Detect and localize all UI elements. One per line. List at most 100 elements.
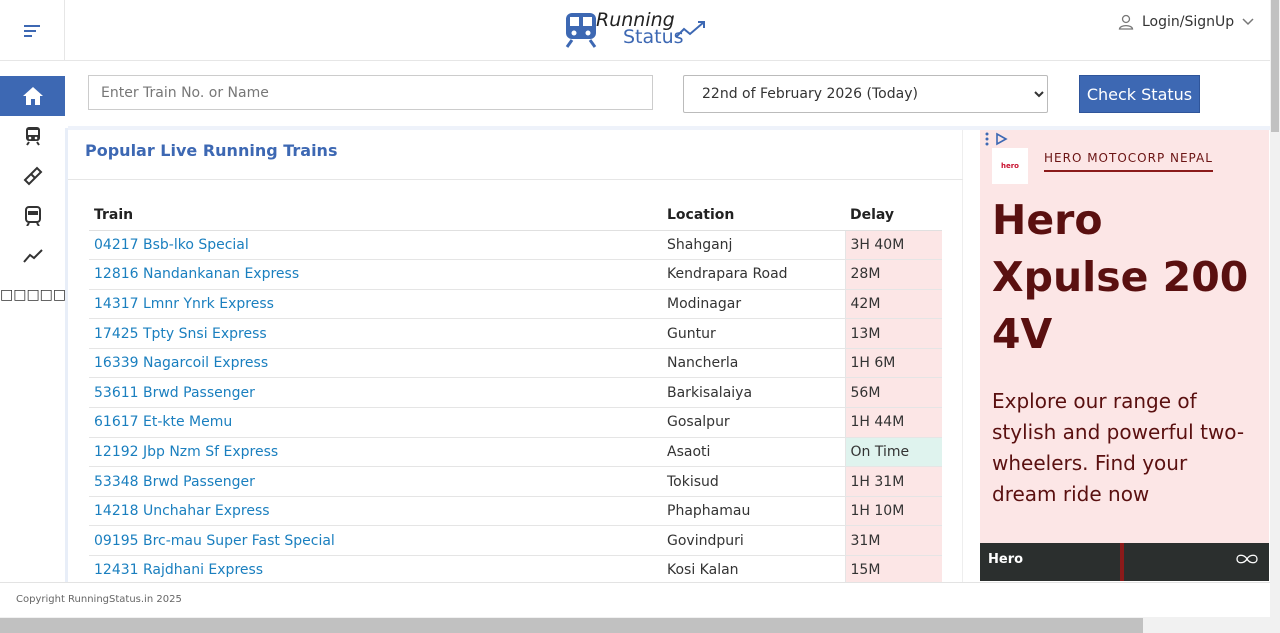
train-link[interactable]: 12431 Rajdhani Express [94, 562, 263, 578]
sidebar-item-train[interactable] [0, 116, 65, 156]
location-cell: Asaoti [662, 437, 845, 468]
train-link[interactable]: 12192 Jbp Nzm Sf Express [94, 444, 278, 460]
table-row: 04217 Bsb-lko Special Shahganj 3H 40M [89, 230, 942, 261]
delay-cell: 1H 6M [844, 348, 942, 379]
location-cell: Kendrapara Road [662, 259, 845, 290]
train-cell: 12192 Jbp Nzm Sf Express [89, 437, 662, 468]
train-link[interactable]: 53348 Brwd Passenger [94, 474, 255, 490]
table-row: 12431 Rajdhani Express Kosi Kalan 15M [89, 555, 942, 586]
table-row: 53348 Brwd Passenger Tokisud 1H 31M [89, 466, 942, 497]
panel-title: Popular Live Running Trains [85, 141, 338, 160]
train-link[interactable]: 12816 Nandankanan Express [94, 266, 299, 282]
ad-brand: HERO MOTOCORP NEPAL [1044, 151, 1213, 172]
adchoices-play-icon [996, 132, 1008, 146]
check-status-button[interactable]: Check Status [1079, 75, 1200, 113]
ad-headline[interactable]: Hero Xpulse 200 4V [992, 192, 1262, 363]
train-search-input[interactable] [88, 75, 653, 110]
copyright-text: Copyright RunningStatus.in 2025 [16, 594, 182, 605]
menu-toggle-button[interactable] [0, 0, 65, 61]
train-logo-icon [565, 13, 597, 48]
sidebar-item-metro[interactable] [0, 196, 65, 236]
train-link[interactable]: 16339 Nagarcoil Express [94, 355, 268, 371]
train-link[interactable]: 09195 Brc-mau Super Fast Special [94, 533, 335, 549]
ad-image-logo: Hero [988, 552, 1024, 567]
footer: Copyright RunningStatus.in 2025 [0, 582, 1270, 617]
table-body: 04217 Bsb-lko Special Shahganj 3H 40M 12816… [89, 230, 942, 586]
user-icon [1118, 14, 1134, 30]
delay-cell: 13M [844, 318, 942, 349]
chevron-down-icon [1242, 18, 1254, 26]
table-row: 61617 Et-kte Memu Gosalpur 1H 44M [89, 407, 942, 438]
horizontal-scrollbar[interactable] [0, 617, 1280, 633]
train-cell: 16339 Nagarcoil Express [89, 348, 662, 379]
train-cell: 14317 Lmnr Ynrk Express [89, 289, 662, 320]
table-row: 17425 Tpty Snsi Express Guntur 13M [89, 318, 942, 349]
train-cell: 14218 Unchahar Express [89, 496, 662, 527]
delay-cell: 1H 10M [844, 496, 942, 527]
train-cell: 61617 Et-kte Memu [89, 407, 662, 438]
train-link[interactable]: 14317 Lmnr Ynrk Express [94, 296, 274, 312]
delay-cell: On Time [844, 437, 942, 468]
vertical-scrollbar[interactable] [1270, 0, 1280, 617]
location-cell: Modinagar [662, 289, 845, 320]
infinity-logo-icon [1236, 554, 1258, 564]
delay-cell: 15M [844, 555, 942, 586]
ad-image[interactable]: Hero [980, 543, 1269, 581]
table-row: 12816 Nandankanan Express Kendrapara Road… [89, 259, 942, 290]
trend-arrow-icon [675, 21, 705, 38]
location-cell: Tokisud [662, 466, 845, 497]
column-header-train: Train [89, 201, 662, 231]
delay-cell: 1H 31M [844, 466, 942, 497]
home-icon [22, 87, 43, 105]
sidebar-glyph-row: □□□□□□ [0, 287, 72, 303]
train-cell: 09195 Brc-mau Super Fast Special [89, 525, 662, 557]
train-icon [25, 127, 40, 146]
sidebar-item-trend[interactable] [0, 236, 65, 276]
top-bar: Running Status Login/SignUp [0, 0, 1270, 61]
ad-body: Explore our range of stylish and powerfu… [992, 389, 1245, 506]
login-label: Login/SignUp [1142, 14, 1235, 30]
table-row: 53611 Brwd Passenger Barkisalaiya 56M [89, 377, 942, 409]
metro-icon [24, 206, 41, 226]
train-link[interactable]: 17425 Tpty Snsi Express [94, 326, 267, 342]
delay-cell: 3H 40M [844, 230, 942, 261]
delay-cell: 56M [844, 377, 942, 409]
popular-trains-panel: Popular Live Running Trains Train Locati… [68, 130, 963, 586]
table-row: 14317 Lmnr Ynrk Express Modinagar 42M [89, 289, 942, 320]
train-cell: 53348 Brwd Passenger [89, 466, 662, 497]
ticket-icon [23, 166, 42, 186]
train-cell: 17425 Tpty Snsi Express [89, 318, 662, 349]
train-link[interactable]: 04217 Bsb-lko Special [94, 237, 249, 253]
site-logo[interactable]: Running Status [562, 9, 712, 53]
location-cell: Shahganj [662, 230, 845, 261]
delay-cell: 31M [844, 525, 942, 557]
login-signup-menu[interactable]: Login/SignUp [1118, 11, 1254, 33]
delay-cell: 28M [844, 259, 942, 290]
location-cell: Barkisalaiya [662, 377, 845, 409]
table-row: 14218 Unchahar Express Phaphamau 1H 10M [89, 496, 942, 527]
train-link[interactable]: 14218 Unchahar Express [94, 503, 270, 519]
train-cell: 12431 Rajdhani Express [89, 555, 662, 586]
delay-cell: 42M [844, 289, 942, 320]
advertisement[interactable]: hero HERO MOTOCORP NEPAL Hero Xpulse 200… [980, 130, 1269, 581]
vertical-scroll-thumb[interactable] [1271, 0, 1279, 132]
hamburger-icon [24, 24, 40, 37]
train-link[interactable]: 53611 Brwd Passenger [94, 385, 255, 401]
train-cell: 53611 Brwd Passenger [89, 377, 662, 409]
table-header-row: Train Location Delay [89, 201, 942, 231]
sidebar-nav [0, 76, 65, 276]
sidebar-item-home[interactable] [0, 76, 65, 116]
location-cell: Gosalpur [662, 407, 845, 438]
hero-logo: hero [992, 148, 1028, 184]
horizontal-scroll-thumb[interactable] [0, 618, 1143, 633]
panel-divider [68, 179, 963, 180]
date-select[interactable]: 22nd of February 2026 (Today) [683, 75, 1048, 113]
table-row: 09195 Brc-mau Super Fast Special Govindpu… [89, 525, 942, 557]
ad-choices[interactable] [984, 132, 1008, 146]
location-cell: Nancherla [662, 348, 845, 379]
sidebar-item-ticket[interactable] [0, 156, 65, 196]
location-cell: Guntur [662, 318, 845, 349]
train-link[interactable]: 61617 Et-kte Memu [94, 414, 232, 430]
trend-icon [22, 249, 43, 263]
location-cell: Govindpuri [662, 525, 845, 557]
